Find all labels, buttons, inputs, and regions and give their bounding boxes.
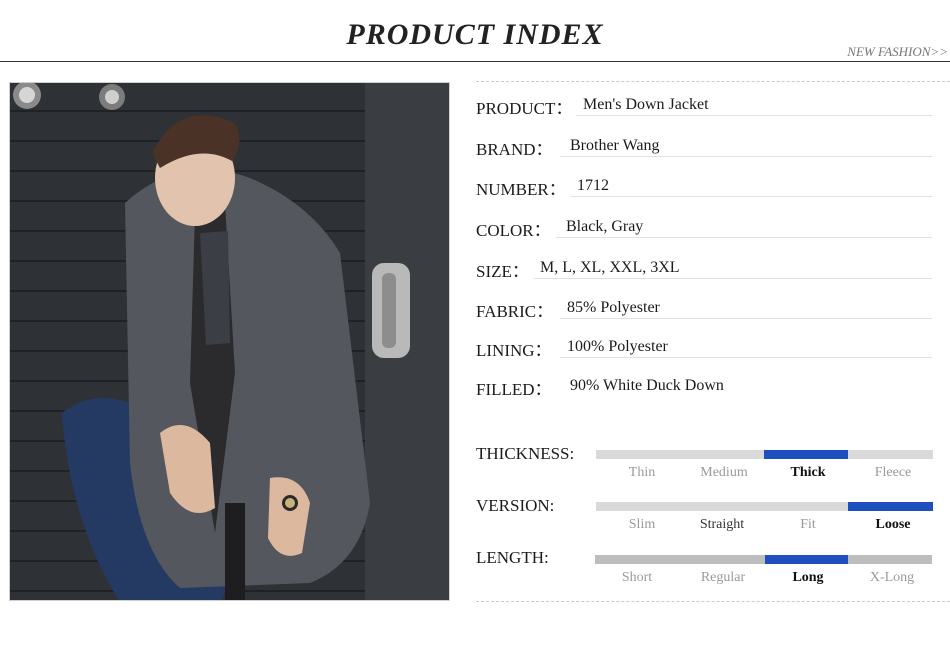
scale-segment xyxy=(848,502,933,511)
spec-value: 1712 xyxy=(577,177,609,194)
new-fashion-link[interactable]: NEW FASHION>> xyxy=(847,44,948,60)
specs-bottom-divider xyxy=(476,601,950,602)
header-divider xyxy=(0,61,950,62)
scale-option: Short xyxy=(621,570,653,585)
spec-value: 85% Polyester xyxy=(567,299,660,316)
scale-segment xyxy=(680,450,764,459)
scale-segment xyxy=(596,450,680,459)
scale-segment xyxy=(764,450,848,459)
specs-top-divider xyxy=(476,81,950,82)
product-photo xyxy=(9,82,450,601)
scale-option: Slim xyxy=(628,517,656,532)
spec-label: LINING： xyxy=(476,341,552,360)
scale-segment xyxy=(596,502,680,511)
spec-value: 100% Polyester xyxy=(567,338,668,355)
spec-underline xyxy=(534,278,932,279)
scale-label-version: VERSION: xyxy=(476,496,555,515)
spec-underline xyxy=(570,196,932,197)
scale-segment xyxy=(680,555,765,564)
scale-segment xyxy=(595,555,680,564)
spec-value: 90% White Duck Down xyxy=(570,377,724,394)
scale-option: X-Long xyxy=(869,570,915,585)
spec-underline xyxy=(576,115,932,116)
scale-option: Thick xyxy=(790,465,826,480)
scale-segment xyxy=(680,502,764,511)
spec-underline xyxy=(560,357,932,358)
page-title: PRODUCT INDEX xyxy=(346,18,604,51)
spec-value: M, L, XL, XXL, 3XL xyxy=(540,259,680,276)
scale-label-length: LENGTH: xyxy=(476,548,549,567)
spec-underline xyxy=(560,156,932,157)
scale-option: Fleece xyxy=(874,465,912,480)
spec-label: FILLED： xyxy=(476,380,552,399)
scale-option: Straight xyxy=(699,517,745,532)
spec-value: Men's Down Jacket xyxy=(583,96,709,113)
spec-label: NUMBER： xyxy=(476,180,566,199)
scale-option: Long xyxy=(792,570,824,585)
scale-segment xyxy=(848,555,932,564)
spec-row-size: SIZE： M, L, XL, XXL, 3XL xyxy=(476,257,932,283)
spec-label: PRODUCT： xyxy=(476,99,573,118)
spec-label: SIZE： xyxy=(476,262,529,281)
scale-segment xyxy=(764,502,848,511)
scale-option: Loose xyxy=(875,517,911,532)
spec-value: Brother Wang xyxy=(570,137,660,154)
spec-row-color: COLOR： Black, Gray xyxy=(476,216,932,242)
spec-row-number: NUMBER： 1712 xyxy=(476,175,932,201)
scale-option: Fit xyxy=(800,517,816,532)
scale-segment xyxy=(765,555,848,564)
scale-segment xyxy=(848,450,933,459)
spec-row-fabric: FABRIC： 85% Polyester xyxy=(476,297,932,323)
spec-label: FABRIC： xyxy=(476,302,554,321)
scale-option: Thin xyxy=(628,465,656,480)
spec-underline xyxy=(560,318,932,319)
spec-value: Black, Gray xyxy=(566,218,644,235)
spec-underline xyxy=(556,237,932,238)
spec-row-product: PRODUCT： Men's Down Jacket xyxy=(476,94,932,120)
spec-label: COLOR： xyxy=(476,221,551,240)
spec-row-lining: LINING： 100% Polyester xyxy=(476,336,932,362)
spec-row-brand: BRAND： Brother Wang xyxy=(476,135,932,161)
scale-label-thickness: THICKNESS: xyxy=(476,444,575,463)
scale-option: Medium xyxy=(700,465,748,480)
spec-row-filled: FILLED： 90% White Duck Down xyxy=(476,375,932,401)
spec-label: BRAND： xyxy=(476,140,553,159)
scale-option: Regular xyxy=(700,570,746,585)
